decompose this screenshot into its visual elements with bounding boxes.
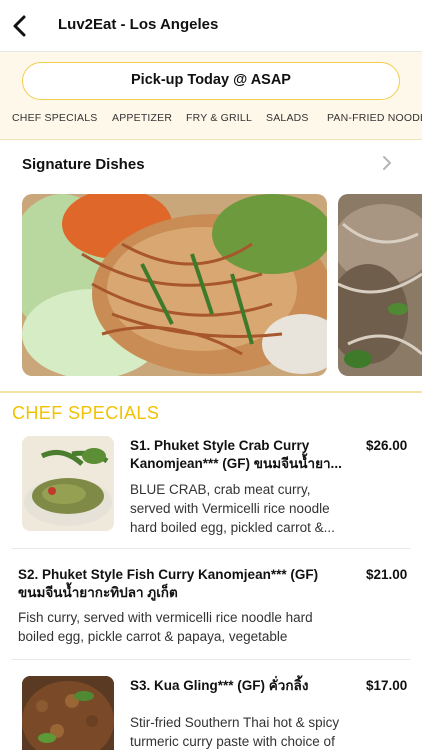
tab-salads[interactable]: SALADS [266,112,309,124]
tab-chef-specials[interactable]: CHEF SPECIALS [12,112,97,124]
menu-item-image[interactable] [22,436,114,531]
item-separator [12,548,410,549]
menu-item-description: BLUE CRAB, crab meat curry, [130,482,311,497]
menu-item-title-line2[interactable]: Kanomjean*** (GF) ขนมจีนน้ำยา... [130,455,342,473]
pickup-time-button[interactable]: Pick-up Today @ ASAP [22,62,400,100]
menu-item-description: Fish curry, served with vermicelli rice … [18,610,313,625]
tab-appetizer[interactable]: APPETIZER [112,112,172,124]
chevron-right-icon[interactable] [378,152,396,174]
menu-item-price: $17.00 [366,678,408,693]
menu-item-description-line2: boiled egg, pickle carrot & papaya, vege… [18,629,288,644]
menu-item-title[interactable]: S3. Kua Gling*** (GF) คั่วกลิ้ง [130,677,308,695]
signature-dishes-heading: Signature Dishes [22,156,145,173]
menu-item-price: $26.00 [366,438,408,453]
order-options-band: Pick-up Today @ ASAP CHEF SPECIALS APPET… [0,52,422,140]
page-title: Luv2Eat - Los Angeles [58,16,219,33]
item-separator [12,659,410,660]
category-tabs: CHEF SPECIALS APPETIZER FRY & GRILL SALA… [0,110,422,132]
menu-item-title-line2[interactable]: ขนมจีนน้ำยากะทิปลา ภูเก็ต [18,584,178,602]
tab-pan-fried-noodle[interactable]: PAN-FRIED NOODLE [327,112,422,124]
category-heading: CHEF SPECIALS [12,403,160,423]
back-arrow-icon[interactable] [8,12,34,40]
section-divider [0,391,422,393]
menu-item-title[interactable]: S2. Phuket Style Fish Curry Kanomjean***… [18,566,318,584]
tab-fry-grill[interactable]: FRY & GRILL [186,112,252,124]
menu-item-price: $21.00 [366,567,408,582]
menu-item-description-line2: served with Vermicelli rice noodle [130,501,330,516]
menu-item-description-line3: hard boiled egg, pickled carrot &... [130,520,335,535]
top-bar: Luv2Eat - Los Angeles [0,0,422,52]
menu-item-title[interactable]: S1. Phuket Style Crab Curry [130,437,309,455]
signature-dish-image-2[interactable] [338,194,422,376]
menu-item-description: Stir-fried Southern Thai hot & spicy [130,715,340,730]
signature-dish-image-1[interactable] [22,194,327,376]
menu-item-image[interactable] [22,676,114,750]
menu-item-description-line2: turmeric curry paste with choice of [130,734,335,749]
